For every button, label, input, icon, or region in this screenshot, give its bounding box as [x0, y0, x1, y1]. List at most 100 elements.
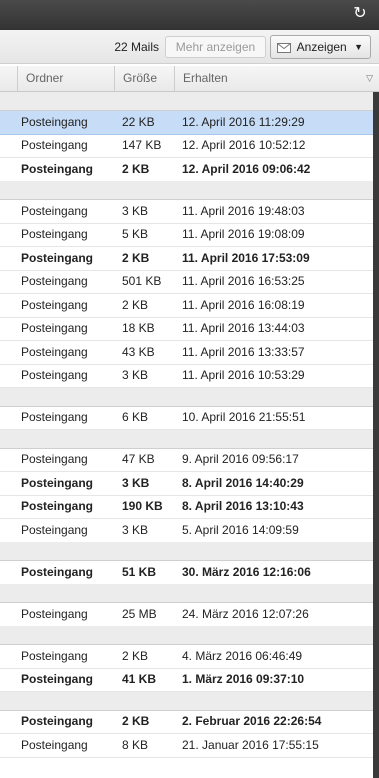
mail-row[interactable]: Posteingang 2 KB 11. April 2016 17:53:09: [0, 247, 379, 271]
mail-row[interactable]: Posteingang 5 KB 11. April 2016 19:08:09: [0, 223, 379, 247]
mail-folder: Posteingang: [21, 523, 88, 537]
mail-size: 8 KB: [122, 738, 149, 752]
mail-received: 5. April 2016 14:09:59: [182, 523, 299, 537]
mail-row[interactable]: Posteingang 190 KB 8. April 2016 13:10:43: [0, 495, 379, 519]
mail-folder: Posteingang: [21, 298, 88, 312]
mail-row[interactable]: Posteingang 501 KB 11. April 2016 16:53:25: [0, 270, 379, 294]
date-group-separator: [0, 430, 379, 449]
mail-row[interactable]: Posteingang 22 KB 12. April 2016 11:29:29: [0, 111, 379, 135]
mail-received: 10. April 2016 21:55:51: [182, 410, 306, 424]
mail-folder: Posteingang: [21, 204, 88, 218]
table-header: Ordner Größe Erhalten ▽: [0, 66, 379, 92]
mail-size: 51 KB: [122, 565, 157, 579]
mail-row[interactable]: Posteingang 47 KB 9. April 2016 09:56:17: [0, 448, 379, 472]
mail-folder: Posteingang: [21, 672, 94, 686]
top-bar: ↻: [0, 0, 379, 30]
mail-size: 3 KB: [122, 523, 149, 537]
mail-row[interactable]: Posteingang 41 KB 1. März 2016 09:37:10: [0, 668, 379, 692]
mail-size: 501 KB: [122, 274, 162, 288]
mail-received: 8. April 2016 13:10:43: [182, 499, 304, 513]
mail-size: 6 KB: [122, 410, 149, 424]
mail-received: 9. April 2016 09:56:17: [182, 452, 299, 466]
mail-received: 11. April 2016 19:48:03: [182, 204, 305, 218]
column-header-received[interactable]: Erhalten ▽: [174, 66, 379, 91]
mail-folder: Posteingang: [21, 410, 88, 424]
mail-row[interactable]: Posteingang 2 KB 2. Februar 2016 22:26:54: [0, 710, 379, 734]
mail-received: 11. April 2016 13:44:03: [182, 321, 305, 335]
column-header-folder[interactable]: Ordner: [17, 66, 114, 91]
column-header-received-label: Erhalten: [183, 71, 228, 85]
mail-folder: Posteingang: [21, 162, 94, 176]
mail-received: 11. April 2016 10:53:29: [182, 368, 305, 382]
mail-received: 24. März 2016 12:07:26: [182, 607, 309, 621]
mail-row[interactable]: Posteingang 3 KB 11. April 2016 10:53:29: [0, 364, 379, 388]
mail-received: 21. Januar 2016 17:55:15: [182, 738, 319, 752]
date-group-separator: [0, 692, 379, 711]
mail-row[interactable]: Posteingang 51 KB 30. März 2016 12:16:06: [0, 561, 379, 585]
mail-received: 4. März 2016 06:46:49: [182, 649, 303, 663]
date-group-separator: [0, 92, 379, 111]
mail-folder: Posteingang: [21, 368, 88, 382]
mail-size: 43 KB: [122, 345, 155, 359]
mail-received: 12. April 2016 09:06:42: [182, 162, 311, 176]
mail-folder: Posteingang: [21, 345, 88, 359]
mail-folder: Posteingang: [21, 714, 94, 728]
date-group-separator: [0, 542, 379, 561]
refresh-icon[interactable]: ↻: [351, 5, 369, 23]
mail-folder: Posteingang: [21, 274, 88, 288]
mail-folder: Posteingang: [21, 115, 88, 129]
mail-received: 11. April 2016 16:53:25: [182, 274, 305, 288]
caret-down-icon: ▼: [354, 42, 363, 52]
mail-size: 25 MB: [122, 607, 157, 621]
envelope-icon: [277, 42, 291, 53]
mail-size: 47 KB: [122, 452, 155, 466]
mail-folder: Posteingang: [21, 499, 94, 513]
mail-size: 147 KB: [122, 138, 162, 152]
show-more-button[interactable]: Mehr anzeigen: [165, 36, 266, 58]
mail-size: 3 KB: [122, 368, 149, 382]
mail-size: 3 KB: [122, 476, 150, 490]
mail-row[interactable]: Posteingang 3 KB 5. April 2016 14:09:59: [0, 519, 379, 543]
mail-size: 5 KB: [122, 227, 149, 241]
mail-count: 22 Mails: [114, 40, 159, 54]
mail-row[interactable]: Posteingang 147 KB 12. April 2016 10:52:12: [0, 134, 379, 158]
mail-size: 190 KB: [122, 499, 163, 513]
mail-folder: Posteingang: [21, 607, 88, 621]
mail-row[interactable]: Posteingang 6 KB 10. April 2016 21:55:51: [0, 406, 379, 430]
mail-size: 2 KB: [122, 251, 150, 265]
mail-toolbar: 22 Mails Mehr anzeigen Anzeigen ▼: [0, 30, 379, 64]
mail-row[interactable]: Posteingang 2 KB 4. März 2016 06:46:49: [0, 645, 379, 669]
mail-row[interactable]: Posteingang 8 KB 21. Januar 2016 17:55:15: [0, 734, 379, 758]
mail-received: 12. April 2016 11:29:29: [182, 115, 305, 129]
mail-folder: Posteingang: [21, 738, 88, 752]
mail-row[interactable]: Posteingang 3 KB 11. April 2016 19:48:03: [0, 200, 379, 224]
show-menu-button[interactable]: Anzeigen ▼: [270, 35, 371, 59]
mail-row[interactable]: Posteingang 43 KB 11. April 2016 13:33:57: [0, 341, 379, 365]
mail-size: 2 KB: [122, 649, 149, 663]
sort-descending-icon: ▽: [366, 73, 373, 83]
mail-size: 41 KB: [122, 672, 157, 686]
mail-received: 11. April 2016 17:53:09: [182, 251, 310, 265]
mail-size: 22 KB: [122, 115, 155, 129]
mail-row[interactable]: Posteingang 2 KB 12. April 2016 09:06:42: [0, 158, 379, 182]
mail-row[interactable]: Posteingang 25 MB 24. März 2016 12:07:26: [0, 603, 379, 627]
mail-received: 12. April 2016 10:52:12: [182, 138, 306, 152]
mail-received: 11. April 2016 13:33:57: [182, 345, 305, 359]
column-header-size[interactable]: Größe: [114, 66, 174, 91]
mail-row[interactable]: Posteingang 18 KB 11. April 2016 13:44:03: [0, 317, 379, 341]
mail-row[interactable]: Posteingang 2 KB 11. April 2016 16:08:19: [0, 294, 379, 318]
scrollbar[interactable]: [373, 92, 379, 778]
mail-folder: Posteingang: [21, 321, 88, 335]
mail-folder: Posteingang: [21, 251, 94, 265]
mail-received: 11. April 2016 16:08:19: [182, 298, 305, 312]
date-group-separator: [0, 181, 379, 200]
show-menu-label: Anzeigen: [296, 40, 347, 54]
mail-folder: Posteingang: [21, 476, 94, 490]
mail-size: 3 KB: [122, 204, 149, 218]
mail-size: 2 KB: [122, 298, 149, 312]
mail-received: 2. Februar 2016 22:26:54: [182, 714, 322, 728]
mail-received: 1. März 2016 09:37:10: [182, 672, 305, 686]
mail-row[interactable]: Posteingang 3 KB 8. April 2016 14:40:29: [0, 472, 379, 496]
mail-folder: Posteingang: [21, 565, 94, 579]
mail-folder: Posteingang: [21, 138, 88, 152]
